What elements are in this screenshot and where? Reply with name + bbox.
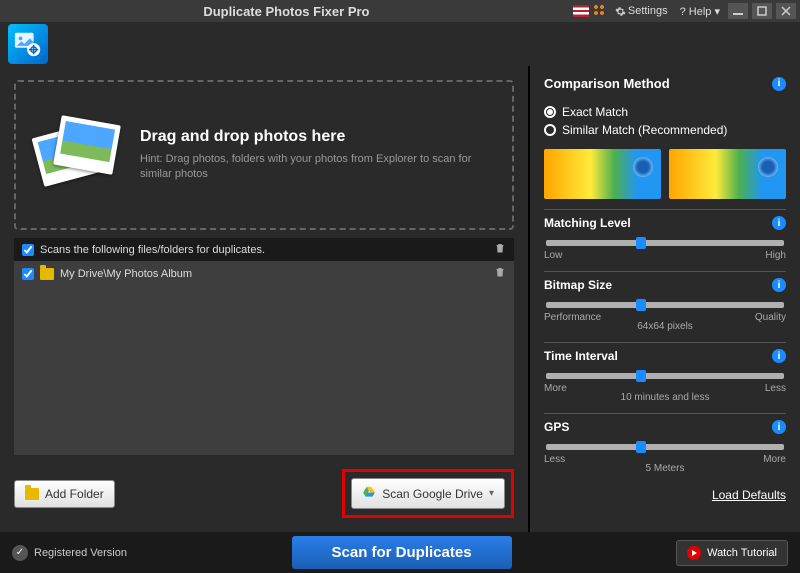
gps-title: GPS <box>544 420 569 434</box>
watch-tutorial-button[interactable]: Watch Tutorial <box>676 540 788 566</box>
registered-status: ✓ Registered Version <box>12 545 127 561</box>
preview-thumbnails <box>544 149 786 199</box>
bitmap-size-title: Bitmap Size <box>544 278 612 292</box>
comparison-method-title: Comparison Method i <box>544 76 786 91</box>
trash-icon[interactable] <box>494 242 506 257</box>
matching-level-title: Matching Level <box>544 216 631 230</box>
scan-list-header: Scans the following files/folders for du… <box>14 238 514 261</box>
app-logo <box>8 24 48 64</box>
info-icon[interactable]: i <box>772 349 786 363</box>
folder-icon <box>25 488 39 500</box>
logo-bar <box>0 22 800 66</box>
info-icon[interactable]: i <box>772 278 786 292</box>
scan-duplicates-button[interactable]: Scan for Duplicates <box>292 536 512 569</box>
radio-exact-match[interactable]: Exact Match <box>544 105 786 119</box>
play-icon <box>687 546 701 560</box>
add-folder-button[interactable]: Add Folder <box>14 480 115 508</box>
locale-flag[interactable] <box>573 5 589 17</box>
info-icon[interactable]: i <box>772 420 786 434</box>
help-link[interactable]: ? Help ▾ <box>680 5 720 18</box>
dropzone[interactable]: Drag and drop photos here Hint: Drag pho… <box>14 80 514 230</box>
time-interval-title: Time Interval <box>544 349 618 363</box>
info-icon[interactable]: i <box>772 216 786 230</box>
gps-slider[interactable] <box>546 444 784 450</box>
select-all-checkbox[interactable]: Scans the following files/folders for du… <box>22 244 494 256</box>
minimize-button[interactable] <box>728 3 748 19</box>
item-checkbox[interactable] <box>22 268 34 280</box>
scan-list: My Drive\My Photos Album <box>14 261 514 455</box>
photos-icon <box>32 110 122 200</box>
time-interval-slider[interactable] <box>546 373 784 379</box>
check-icon: ✓ <box>12 545 28 561</box>
settings-link[interactable]: Settings <box>615 5 668 17</box>
apps-icon[interactable] <box>593 4 607 18</box>
trash-icon[interactable] <box>494 266 506 281</box>
dropzone-heading: Drag and drop photos here <box>140 128 496 146</box>
folder-icon <box>40 268 54 280</box>
scan-google-drive-button[interactable]: Scan Google Drive ▾ <box>351 478 505 509</box>
right-panel: Comparison Method i Exact Match Similar … <box>530 66 800 532</box>
footer: ✓ Registered Version Scan for Duplicates… <box>0 532 800 573</box>
close-button[interactable] <box>776 3 796 19</box>
titlebar: Duplicate Photos Fixer Pro Settings ? He… <box>0 0 800 22</box>
list-item[interactable]: My Drive\My Photos Album <box>14 261 514 286</box>
chevron-down-icon: ▾ <box>489 488 494 499</box>
matching-level-slider[interactable] <box>546 240 784 246</box>
info-icon[interactable]: i <box>772 77 786 91</box>
bitmap-size-slider[interactable] <box>546 302 784 308</box>
radio-similar-match[interactable]: Similar Match (Recommended) <box>544 123 786 137</box>
load-defaults-link[interactable]: Load Defaults <box>544 488 786 502</box>
google-drive-icon <box>362 485 376 502</box>
maximize-button[interactable] <box>752 3 772 19</box>
dropzone-hint: Hint: Drag photos, folders with your pho… <box>140 152 496 183</box>
item-path: My Drive\My Photos Album <box>60 268 488 280</box>
highlight-box: Scan Google Drive ▾ <box>342 469 514 518</box>
left-panel: Drag and drop photos here Hint: Drag pho… <box>0 66 528 532</box>
app-title: Duplicate Photos Fixer Pro <box>4 4 569 19</box>
